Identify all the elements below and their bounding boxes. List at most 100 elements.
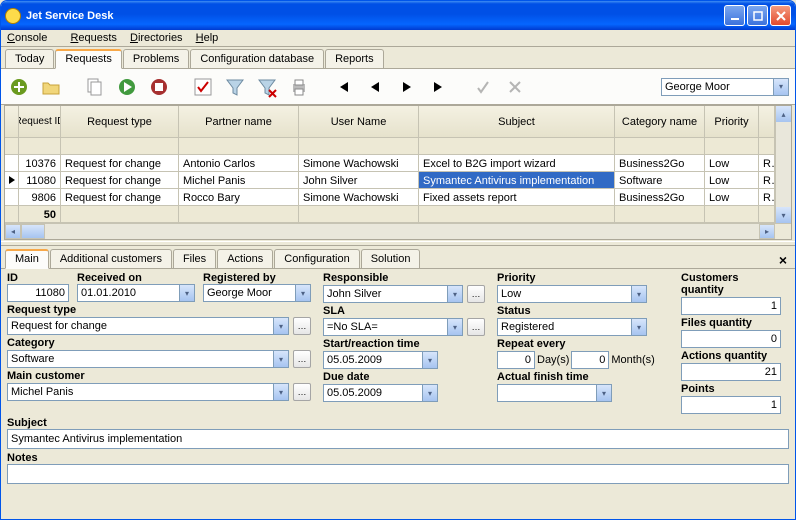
col-category[interactable]: Category name: [615, 106, 705, 138]
requests-grid: Request ID Request type Partner name Use…: [4, 105, 792, 240]
detail-form: ID Received on 01.01.2010▾ Registered by…: [1, 269, 795, 416]
minimize-button[interactable]: [724, 5, 745, 26]
subject-input[interactable]: [7, 429, 789, 449]
lbl-points: Points: [681, 382, 781, 395]
repeat-days-input[interactable]: [497, 351, 535, 369]
tab-configdb[interactable]: Configuration database: [190, 49, 324, 68]
tab-today[interactable]: Today: [5, 49, 54, 68]
next-icon[interactable]: [395, 75, 419, 99]
request-type-dropdown[interactable]: Request for change▾: [7, 317, 289, 335]
priority-dropdown[interactable]: Low▾: [497, 285, 647, 303]
grid-filter-row[interactable]: [5, 138, 775, 155]
due-date[interactable]: 05.05.2009▾: [323, 384, 438, 402]
print-icon[interactable]: [287, 75, 311, 99]
menu-requests[interactable]: Requests: [70, 32, 116, 44]
lbl-actions-qty: Actions quantity: [681, 349, 781, 362]
cust-qty-input[interactable]: [681, 297, 781, 315]
category-dropdown[interactable]: Software▾: [7, 350, 289, 368]
table-row[interactable]: 9806Request for changeRocco BarySimone W…: [5, 189, 775, 206]
responsible-browse[interactable]: …: [467, 285, 485, 303]
detail-close-icon[interactable]: ×: [775, 252, 791, 268]
stop-icon[interactable]: [147, 75, 171, 99]
lbl-main-customer: Main customer: [7, 369, 311, 382]
menu-help[interactable]: Help: [196, 32, 219, 44]
main-customer-dropdown[interactable]: Michel Panis▾: [7, 383, 289, 401]
received-date[interactable]: 01.01.2010▾: [77, 284, 195, 302]
tab-additional-customers[interactable]: Additional customers: [50, 249, 172, 268]
start-date[interactable]: 05.05.2009▾: [323, 351, 438, 369]
notes-input[interactable]: [7, 464, 789, 484]
run-icon[interactable]: [115, 75, 139, 99]
menu-console[interactable]: Console: [7, 32, 57, 44]
col-partner[interactable]: Partner name: [179, 106, 299, 138]
points-input[interactable]: [681, 396, 781, 414]
col-id[interactable]: Request ID: [19, 106, 61, 138]
col-priority[interactable]: Priority: [705, 106, 759, 138]
sla-browse[interactable]: …: [467, 318, 485, 336]
new-icon[interactable]: [7, 75, 31, 99]
filter-icon[interactable]: [223, 75, 247, 99]
lbl-cust-qty: Customers quantity: [681, 271, 781, 296]
lbl-id: ID: [7, 271, 69, 284]
lbl-start: Start/reaction time: [323, 337, 485, 350]
id-input[interactable]: [7, 284, 69, 302]
tab-main[interactable]: Main: [5, 249, 49, 269]
actual-finish-date[interactable]: ▾: [497, 384, 612, 402]
chevron-down-icon[interactable]: ▾: [773, 79, 788, 95]
maximize-button[interactable]: [747, 5, 768, 26]
main-customer-browse[interactable]: …: [293, 383, 311, 401]
request-type-browse[interactable]: …: [293, 317, 311, 335]
lbl-notes: Notes: [7, 451, 789, 464]
lbl-subject: Subject: [7, 416, 789, 429]
col-subject[interactable]: Subject: [419, 106, 615, 138]
user-filter-value: George Moor: [665, 81, 730, 93]
tab-problems[interactable]: Problems: [123, 49, 189, 68]
lbl-sla: SLA: [323, 304, 485, 317]
lbl-registered-by: Registered by: [203, 271, 311, 284]
clear-filter-icon[interactable]: [255, 75, 279, 99]
grid-hscroll[interactable]: ◂ ▸: [5, 223, 791, 239]
lbl-actual-finish: Actual finish time: [497, 370, 669, 383]
table-row[interactable]: 11080Request for changeMichel PanisJohn …: [5, 172, 775, 189]
grid-header: Request ID Request type Partner name Use…: [5, 106, 775, 138]
tab-files[interactable]: Files: [173, 249, 216, 268]
open-icon[interactable]: [39, 75, 63, 99]
actions-qty-input[interactable]: [681, 363, 781, 381]
sla-dropdown[interactable]: =No SLA=▾: [323, 318, 463, 336]
repeat-months-input[interactable]: [571, 351, 609, 369]
files-qty-input[interactable]: [681, 330, 781, 348]
splitter[interactable]: [1, 241, 795, 246]
user-filter-dropdown[interactable]: George Moor ▾: [661, 78, 789, 96]
tab-actions[interactable]: Actions: [217, 249, 273, 268]
registered-by-dropdown[interactable]: George Moor▾: [203, 284, 311, 302]
prev-icon[interactable]: [363, 75, 387, 99]
first-icon[interactable]: [331, 75, 355, 99]
lbl-repeat: Repeat every: [497, 337, 669, 350]
tab-solution[interactable]: Solution: [361, 249, 421, 268]
app-icon: [5, 8, 21, 24]
lbl-request-type: Request type: [7, 303, 311, 316]
col-user[interactable]: User Name: [299, 106, 419, 138]
last-icon[interactable]: [427, 75, 451, 99]
table-row[interactable]: 10376Request for changeAntonio CarlosSim…: [5, 155, 775, 172]
lbl-received: Received on: [77, 271, 195, 284]
menubar: Console Requests Directories Help: [1, 30, 795, 47]
status-dropdown[interactable]: Registered▾: [497, 318, 647, 336]
tab-requests[interactable]: Requests: [55, 49, 121, 69]
category-browse[interactable]: …: [293, 350, 311, 368]
tab-configuration[interactable]: Configuration: [274, 249, 359, 268]
app-window: Jet Service Desk Console Requests Direct…: [0, 0, 796, 520]
col-type[interactable]: Request type: [61, 106, 179, 138]
lbl-priority: Priority: [497, 271, 669, 284]
copy-icon[interactable]: [83, 75, 107, 99]
tab-reports[interactable]: Reports: [325, 49, 384, 68]
responsible-dropdown[interactable]: John Silver▾: [323, 285, 463, 303]
menu-directories[interactable]: Directories: [130, 32, 183, 44]
top-tabs: Today Requests Problems Configuration da…: [1, 47, 795, 69]
grid-vscroll[interactable]: ▴ ▾: [775, 106, 791, 223]
close-button[interactable]: [770, 5, 791, 26]
check-icon[interactable]: [191, 75, 215, 99]
apply-icon[interactable]: [471, 75, 495, 99]
window-title: Jet Service Desk: [26, 10, 724, 22]
cancel-icon[interactable]: [503, 75, 527, 99]
